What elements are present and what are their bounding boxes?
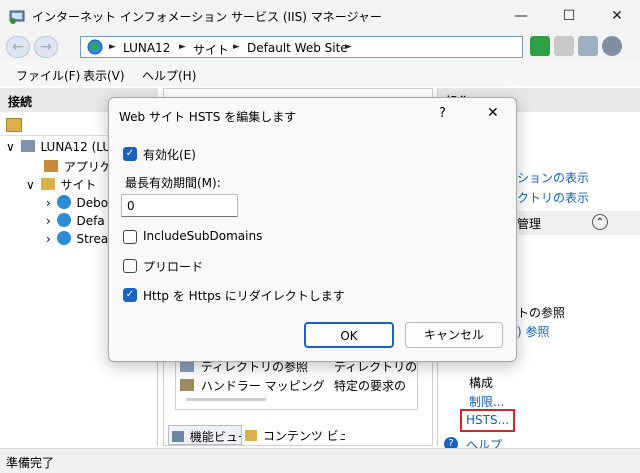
breadcrumb-arrow-icon: ► — [179, 42, 186, 52]
tab-feature-view[interactable]: 機能ビュー — [168, 425, 242, 445]
stop-icon[interactable] — [554, 36, 574, 56]
globe-icon — [56, 231, 71, 245]
status-text: 準備完了 — [6, 456, 55, 470]
breadcrumb-arrow-icon: ► — [345, 42, 352, 52]
content-view-icon — [245, 430, 257, 441]
menu-view[interactable]: 表示(V) — [83, 67, 125, 84]
max-age-label: 最長有効期間(M): — [125, 176, 221, 190]
tab-label: コンテンツ ビュー — [262, 429, 345, 443]
tree-label: Debo — [76, 196, 109, 210]
scrollbar[interactable] — [186, 398, 266, 401]
dialog-help-button[interactable]: ? — [439, 106, 446, 121]
feature-view-icon — [172, 431, 184, 442]
preload-label: プリロード — [143, 260, 204, 274]
feature-name: ディレクトリの参照 — [200, 360, 308, 374]
menu-bar: ファイル(F) 表示(V) ヘルプ(H) — [0, 62, 640, 86]
globe-icon — [56, 213, 71, 227]
maximize-button[interactable]: ☐ — [546, 0, 592, 32]
add-connection-icon[interactable] — [6, 118, 22, 132]
globe-icon — [56, 195, 71, 209]
include-subdomains-checkbox[interactable] — [123, 230, 137, 244]
hsts-highlight-box — [460, 409, 515, 432]
title-bar: インターネット インフォメーション サービス (IIS) マネージャー — ☐ … — [0, 0, 640, 32]
feature-list: ディレクトリの参照 ディレクトリの一 ハンドラー マッピング 特定の要求の — [175, 355, 418, 410]
status-bar: 準備完了 — [0, 448, 640, 473]
breadcrumb-server[interactable]: LUNA12 — [123, 41, 170, 55]
iis-app-icon — [9, 10, 25, 24]
close-button[interactable]: ✕ — [594, 0, 640, 32]
ok-button[interactable]: OK — [304, 322, 394, 348]
manage-section-title: 管理 — [517, 217, 542, 231]
expander-icon[interactable]: › — [46, 232, 51, 246]
action-link-limits[interactable]: 制限... — [469, 393, 504, 410]
folder-icon — [40, 178, 55, 190]
dialog-title: Web サイト HSTS を編集します — [119, 110, 297, 124]
include-subdomains-label: IncludeSubDomains — [143, 229, 263, 243]
app-pool-icon — [44, 160, 58, 172]
expander-icon[interactable]: › — [46, 214, 51, 228]
browse-site-title: トの参照 — [517, 306, 566, 320]
tree-label: LUNA12 (LU — [40, 140, 112, 154]
breadcrumb-arrow-icon: ► — [109, 42, 116, 52]
help-icon[interactable] — [602, 36, 622, 56]
window-title: インターネット インフォメーション サービス (IIS) マネージャー — [32, 10, 382, 24]
redirect-label: Http を Https にリダイレクトします — [143, 289, 345, 303]
expander-icon[interactable]: ∨ — [6, 140, 15, 154]
navigation-bar: ← → ► LUNA12 ► サイト ► Default Web Site ► — [0, 32, 640, 62]
breadcrumb-sites[interactable]: サイト — [193, 41, 229, 58]
minimize-button[interactable]: — — [498, 0, 544, 32]
feature-desc: 特定の要求の — [334, 379, 407, 393]
handler-icon — [180, 379, 194, 391]
home-icon[interactable] — [578, 36, 598, 56]
menu-file[interactable]: ファイル(F) — [16, 67, 80, 84]
collapse-icon[interactable]: ⌃ — [592, 214, 608, 230]
config-section-title: 構成 — [469, 376, 494, 390]
refresh-icon[interactable] — [530, 36, 550, 56]
tree-label: サイト — [60, 178, 97, 192]
server-icon — [20, 140, 35, 152]
hsts-dialog: Web サイト HSTS を編集します ? ✕ ✓ 有効化(E) 最長有効期間(… — [108, 97, 517, 362]
redirect-checkbox[interactable]: ✓ — [123, 288, 137, 302]
back-button[interactable]: ← — [6, 36, 30, 58]
expander-icon[interactable]: ∨ — [26, 178, 35, 192]
dialog-close-button[interactable]: ✕ — [487, 105, 499, 121]
cancel-button[interactable]: キャンセル — [405, 322, 503, 348]
enabled-label: 有効化(E) — [143, 148, 196, 162]
expander-icon[interactable]: › — [46, 196, 51, 210]
max-age-input[interactable]: 0 — [121, 194, 238, 217]
breadcrumb-site[interactable]: Default Web Site — [247, 41, 348, 55]
tree-label: Strea — [76, 232, 109, 246]
feature-row-handler-mappings[interactable]: ハンドラー マッピング — [180, 377, 330, 394]
tree-label: Defa — [76, 214, 105, 228]
enabled-checkbox[interactable]: ✓ — [123, 147, 137, 161]
globe-icon — [87, 39, 103, 55]
tab-content-view[interactable]: コンテンツ ビュー — [245, 427, 345, 444]
tab-label: 機能ビュー — [189, 430, 241, 444]
action-link-browse[interactable]: ) 参照 — [517, 323, 550, 340]
menu-help[interactable]: ヘルプ(H) — [142, 67, 196, 84]
action-link-show-directories[interactable]: クトリの表示 — [517, 189, 589, 206]
preload-checkbox[interactable] — [123, 259, 137, 273]
address-bar[interactable]: ► LUNA12 ► サイト ► Default Web Site ► — [80, 36, 523, 58]
feature-name: ハンドラー マッピング — [200, 379, 325, 393]
action-link-show-applications[interactable]: ションの表示 — [517, 169, 589, 186]
forward-button[interactable]: → — [34, 36, 58, 58]
breadcrumb-arrow-icon: ► — [233, 42, 240, 52]
